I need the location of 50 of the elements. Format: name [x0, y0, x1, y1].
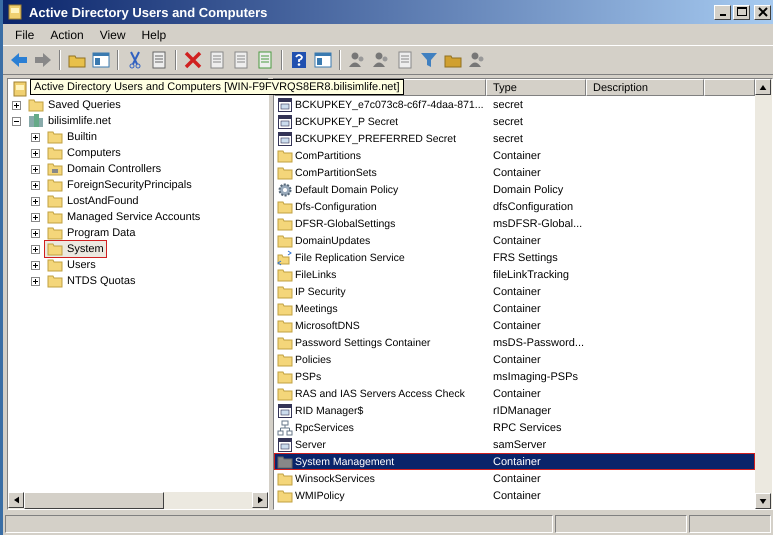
object-type: secret — [493, 98, 523, 110]
object-name: RpcServices — [295, 422, 354, 434]
object-name: RID Manager$ — [295, 404, 364, 416]
object-name: Dfs-Configuration — [295, 200, 377, 212]
object-type: msImaging-PSPs — [493, 370, 578, 382]
object-type: RPC Services — [493, 422, 562, 434]
object-type: Container — [493, 456, 541, 468]
object-name: ComPartitionSets — [295, 166, 377, 178]
object-type: fileLinkTracking — [493, 268, 570, 280]
object-name: BCKUPKEY_PREFERRED Secret — [295, 132, 456, 144]
object-type: msDS-Password... — [493, 336, 584, 348]
object-type: Container — [493, 286, 541, 298]
object-name: Policies — [295, 354, 332, 366]
object-type: secret — [493, 116, 523, 128]
object-type: Container — [493, 320, 541, 332]
object-name: PSPs — [295, 370, 322, 382]
object-name: Default Domain Policy — [295, 184, 398, 196]
object-name: BCKUPKEY_P Secret — [295, 116, 398, 128]
tooltip: Active Directory Users and Computers [WIN-F9FVRQS8ER8.bilisimlife.net] — [30, 79, 404, 95]
object-type: rIDManager — [493, 404, 552, 416]
object-type: Container — [493, 234, 541, 246]
window-title: Active Directory Users and Computers — [29, 4, 268, 20]
object-type: Container — [493, 166, 541, 178]
object-type: samServer — [493, 438, 546, 450]
object-name: DomainUpdates — [295, 234, 370, 246]
object-type: FRS Settings — [493, 252, 558, 264]
object-type: Container — [493, 490, 541, 502]
object-name: File Replication Service — [295, 252, 405, 264]
object-type: dfsConfiguration — [493, 200, 574, 212]
object-name: IP Security — [295, 286, 346, 298]
object-type: Domain Policy — [493, 184, 564, 196]
object-type: secret — [493, 132, 523, 144]
object-name: RAS and IAS Servers Access Check — [295, 388, 465, 400]
object-name: Server — [295, 438, 326, 450]
object-name: System Management — [295, 456, 394, 468]
object-name: FileLinks — [295, 268, 336, 280]
object-type: Container — [493, 354, 541, 366]
object-name: DFSR-GlobalSettings — [295, 218, 396, 230]
object-name: BCKUPKEY_e7c073c8-c6f7-4daa-871... — [295, 98, 484, 110]
object-name: Password Settings Container — [295, 336, 430, 348]
object-type: Container — [493, 472, 541, 484]
object-type: msDFSR-Global... — [493, 218, 582, 230]
object-name: Meetings — [295, 302, 338, 314]
object-name: ComPartitions — [295, 150, 361, 162]
object-type: Container — [493, 150, 541, 162]
object-type: Container — [493, 388, 541, 400]
object-type: Container — [493, 302, 541, 314]
object-name: MicrosoftDNS — [295, 320, 360, 332]
object-name: WinsockServices — [295, 472, 375, 484]
object-name: WMIPolicy — [295, 490, 345, 502]
